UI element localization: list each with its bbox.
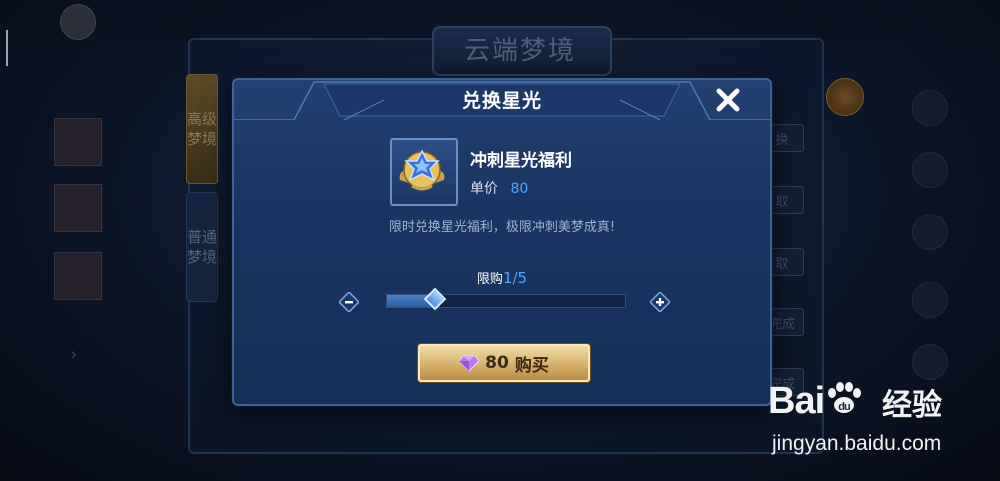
sidebar-icon[interactable] [912, 152, 948, 188]
star-medal-icon [399, 149, 445, 191]
tab-advanced-dream[interactable]: 高级梦境 [186, 74, 218, 184]
decrease-quantity-button[interactable] [338, 291, 360, 313]
exchange-dialog: 兑换星光 冲刺星光福利 单价 80 限时兑换星光福利，极限冲刺美梦成真! 限购1… [232, 78, 772, 406]
price-value: 80 [510, 181, 529, 197]
watermark-url: jingyan.baidu.com [772, 432, 942, 455]
sidebar-icon[interactable] [912, 214, 948, 250]
purchase-limit: 限购1/5 [234, 268, 770, 287]
limit-label: 限购 [476, 272, 503, 287]
watermark-brand: Bai du [768, 380, 864, 423]
hero-thumbnail [54, 252, 102, 300]
price-row: 单价 80 [470, 178, 528, 198]
item-name: 冲刺星光福利 [470, 151, 572, 171]
avatar [60, 4, 96, 40]
buy-label: 购买 [514, 355, 549, 376]
sidebar-icon[interactable] [912, 344, 948, 380]
sidebar-icon[interactable] [912, 90, 948, 126]
buy-button[interactable]: 80 购买 [418, 344, 590, 382]
price-label: 单价 [470, 181, 498, 197]
chevron-right-icon: › [70, 344, 78, 365]
reward-badge-icon[interactable] [826, 78, 864, 116]
dialog-title: 兑换星光 [461, 90, 542, 112]
hero-thumbnail [54, 118, 102, 166]
sidebar-icon[interactable] [912, 282, 948, 318]
hero-thumbnail [54, 184, 102, 232]
item-description: 限时兑换星光福利，极限冲刺美梦成真! [388, 220, 616, 235]
watermark-brand-text: Bai [768, 380, 825, 422]
gem-icon [459, 355, 480, 371]
minus-icon [338, 291, 360, 313]
increase-quantity-button[interactable] [649, 291, 671, 313]
item-icon-frame [390, 138, 458, 206]
tab-normal-dream[interactable]: 普通梦境 [186, 192, 218, 302]
edge-indicator [6, 30, 8, 66]
svg-text:du: du [838, 401, 850, 413]
limit-value: 1/5 [502, 269, 528, 287]
buy-price: 80 [485, 353, 509, 373]
watermark-suffix: 经验 [882, 388, 942, 423]
banner-title: 云端梦境 [463, 36, 576, 66]
plus-icon [649, 291, 671, 313]
quantity-slider[interactable] [386, 287, 626, 311]
paw-logo-icon: du [828, 382, 862, 413]
close-icon[interactable] [714, 86, 742, 114]
dialog-header: 兑换星光 [234, 80, 770, 120]
